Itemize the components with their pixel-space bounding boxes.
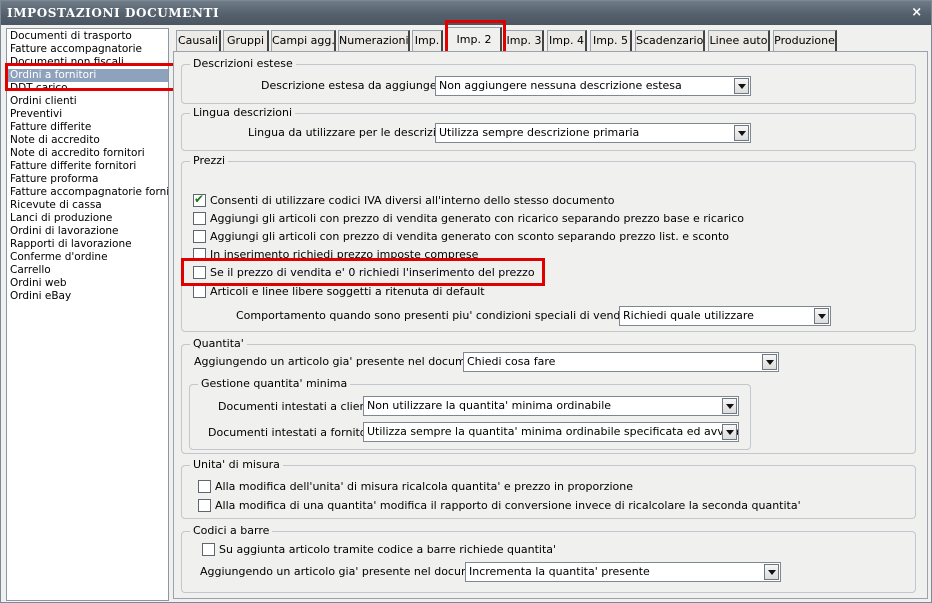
fornitori-select[interactable]: Utilizza sempre la quantita' minima ordi…: [363, 422, 739, 442]
special-conditions-label: Comportamento quando sono presenti piu' …: [236, 309, 679, 322]
group-title: Lingua descrizioni: [190, 106, 296, 120]
group-title: Unita' di misura: [190, 458, 283, 472]
list-item-ordini-di-lavorazione[interactable]: Ordini di lavorazione: [7, 225, 168, 238]
chevron-down-icon[interactable]: [722, 398, 737, 414]
descrizione-estesa-select[interactable]: Non aggiungere nessuna descrizione estes…: [435, 76, 751, 96]
group-title: Codici a barre: [190, 524, 273, 538]
tab-imp-3[interactable]: Imp. 3: [505, 30, 544, 51]
option-barcode-quantita-checkbox[interactable]: [202, 543, 215, 556]
tab-numerazioni[interactable]: Numerazioni: [338, 30, 410, 51]
option-prezzo-zero-label: Se il prezzo di vendita e' 0 richiedi l'…: [210, 266, 535, 279]
tab-imp-2[interactable]: Imp. 2: [447, 27, 502, 52]
list-item-note-di-accredito-fornitori[interactable]: Note di accredito fornitori: [7, 147, 168, 160]
select-value: Incrementa la quantita' presente: [469, 565, 650, 578]
chevron-down-icon[interactable]: [734, 125, 749, 141]
tab-imp[interactable]: Imp.: [412, 30, 443, 51]
tab-linee-auto[interactable]: Linee auto: [708, 30, 770, 51]
tab-imp-5[interactable]: Imp. 5: [590, 30, 632, 51]
select-value: Non aggiungere nessuna descrizione estes…: [439, 79, 682, 92]
tab-scadenzario[interactable]: Scadenzario: [635, 30, 705, 51]
window-title: IMPOSTAZIONI DOCUMENTI: [7, 6, 220, 20]
tab-causali[interactable]: Causali: [176, 30, 221, 51]
list-item-ordini-ebay[interactable]: Ordini eBay: [7, 290, 168, 303]
option-imposte-comprese-label: In inserimento richiedi prezzo imposte c…: [210, 248, 479, 261]
list-item-ordini-a-fornitori[interactable]: Ordini a fornitori: [7, 69, 168, 82]
list-item-rapporti-di-lavorazione[interactable]: Rapporti di lavorazione: [7, 238, 168, 251]
list-item-fatture-differite-fornitori[interactable]: Fatture differite fornitori: [7, 160, 168, 173]
descrizione-estesa-label: Descrizione estesa da aggiungere :: [261, 79, 455, 92]
option-ricarico-checkbox[interactable]: [193, 212, 206, 225]
list-item-ordini-clienti[interactable]: Ordini clienti: [7, 95, 168, 108]
lingua-select[interactable]: Utilizza sempre descrizione primaria: [435, 123, 751, 143]
option-ricarico-label: Aggiungi gli articoli con prezzo di vend…: [210, 212, 744, 225]
group-title: Gestione quantita' minima: [198, 377, 351, 391]
clienti-select[interactable]: Non utilizzare la quantita' minima ordin…: [363, 396, 739, 416]
tab-campi-agg[interactable]: Campi agg.: [271, 30, 336, 51]
option-ritenuta-label: Articoli e linee libere soggetti a riten…: [210, 285, 485, 298]
clienti-label: Documenti intestati a clienti :: [218, 400, 382, 413]
chevron-down-icon[interactable]: [814, 308, 829, 324]
quantita-existing-label: Aggiungendo un articolo gia' presente ne…: [194, 355, 498, 368]
group-title: Quantita': [190, 337, 247, 351]
select-value: Utilizza sempre la quantita' minima ordi…: [367, 425, 738, 438]
select-value: Richiedi quale utilizzare: [623, 309, 754, 322]
option-prezzo-zero-checkbox[interactable]: [193, 266, 206, 279]
list-item-documenti-di-trasporto[interactable]: Documenti di trasporto: [7, 30, 168, 43]
document-type-list[interactable]: Documenti di trasporto Fatture accompagn…: [6, 28, 169, 601]
list-item-fatture-accompagnatorie[interactable]: Fatture accompagnatorie: [7, 43, 168, 56]
option-ritenuta-checkbox[interactable]: [193, 285, 206, 298]
list-item-fatture-proforma[interactable]: Fatture proforma: [7, 173, 168, 186]
list-item-carrello[interactable]: Carrello: [7, 264, 168, 277]
settings-window: IMPOSTAZIONI DOCUMENTI × Documenti di tr…: [0, 0, 932, 603]
list-item-fatture-differite[interactable]: Fatture differite: [7, 121, 168, 134]
title-bar: IMPOSTAZIONI DOCUMENTI ×: [1, 1, 931, 25]
group-title: Descrizioni estese: [190, 57, 296, 71]
option-sconto-checkbox[interactable]: [193, 230, 206, 243]
list-item-lanci-di-produzione[interactable]: Lanci di produzione: [7, 212, 168, 225]
quantita-existing-select[interactable]: Chiedi cosa fare: [463, 352, 779, 372]
chevron-down-icon[interactable]: [762, 354, 777, 370]
chevron-down-icon[interactable]: [734, 78, 749, 94]
close-icon[interactable]: ×: [909, 5, 925, 21]
list-item-documenti-non-fiscali[interactable]: Documenti non fiscali: [7, 56, 168, 69]
option-sconto-label: Aggiungi gli articoli con prezzo di vend…: [210, 230, 730, 243]
group-title: Prezzi: [190, 154, 229, 168]
chevron-down-icon[interactable]: [764, 564, 779, 580]
barcode-existing-label: Aggiungendo un articolo gia' presente ne…: [200, 565, 504, 578]
option-rapporto-conversione-label: Alla modifica di una quantita' modifica …: [215, 499, 801, 512]
barcode-existing-select[interactable]: Incrementa la quantita' presente: [465, 562, 781, 582]
option-iva-diversi-label: Consenti di utilizzare codici IVA divers…: [210, 194, 615, 207]
option-imposte-comprese-checkbox[interactable]: [193, 248, 206, 261]
option-ricalcola-label: Alla modifica dell'unita' di misura rica…: [215, 480, 634, 493]
select-value: Chiedi cosa fare: [467, 355, 556, 368]
select-value: Non utilizzare la quantita' minima ordin…: [367, 399, 612, 412]
lingua-label: Lingua da utilizzare per le descrizioni …: [248, 126, 460, 139]
tab-imp-4[interactable]: Imp. 4: [547, 30, 587, 51]
chevron-down-icon[interactable]: [722, 424, 737, 440]
select-value: Utilizza sempre descrizione primaria: [439, 126, 640, 139]
list-item-preventivi[interactable]: Preventivi: [7, 108, 168, 121]
fornitori-label: Documenti intestati a fornitori :: [208, 426, 382, 439]
special-conditions-select[interactable]: Richiedi quale utilizzare: [619, 306, 831, 326]
option-rapporto-conversione-checkbox[interactable]: [198, 499, 211, 512]
tab-produzione[interactable]: Produzione: [773, 30, 837, 51]
option-iva-diversi-checkbox[interactable]: [193, 192, 206, 207]
option-barcode-quantita-label: Su aggiunta articolo tramite codice a ba…: [219, 543, 557, 556]
list-item-ordini-web[interactable]: Ordini web: [7, 277, 168, 290]
list-item-note-di-accredito[interactable]: Note di accredito: [7, 134, 168, 147]
option-ricalcola-checkbox[interactable]: [198, 480, 211, 493]
list-item-fatture-accompagnatorie-fornitori[interactable]: Fatture accompagnatorie fornito: [7, 186, 168, 199]
list-item-ddt-carico[interactable]: DDT carico: [7, 82, 168, 95]
list-item-ricevute-di-cassa[interactable]: Ricevute di cassa: [7, 199, 168, 212]
list-item-conferme-d-ordine[interactable]: Conferme d'ordine: [7, 251, 168, 264]
tab-gruppi[interactable]: Gruppi: [223, 30, 269, 51]
